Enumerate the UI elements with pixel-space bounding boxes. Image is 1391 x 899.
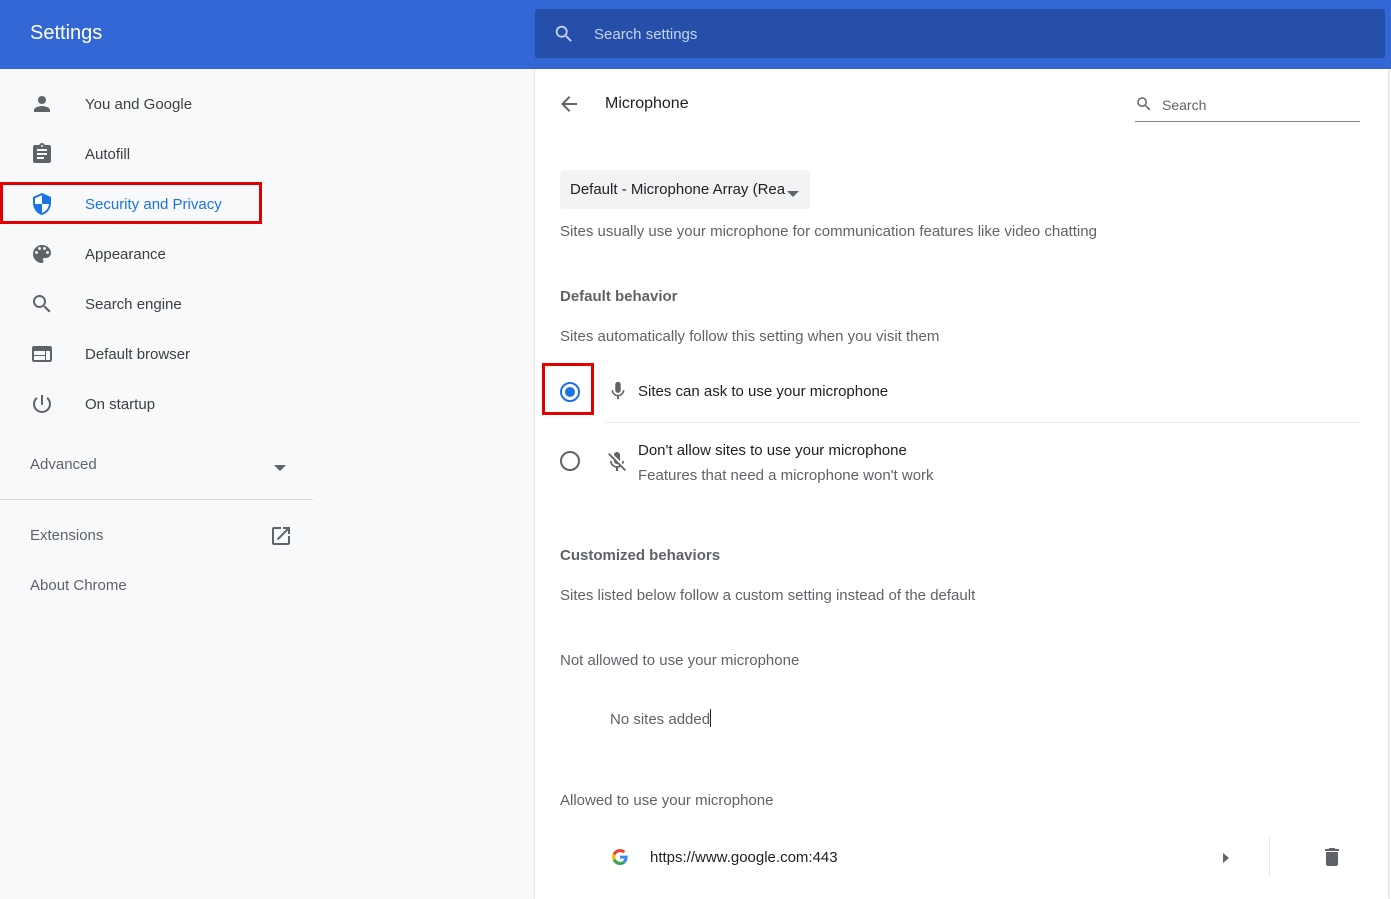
- option-separator: [605, 422, 1360, 423]
- search-icon: [1135, 95, 1153, 118]
- sidebar-item-search-engine[interactable]: Search engine: [0, 282, 315, 326]
- app-title: Settings: [30, 22, 103, 44]
- customized-behaviors-subtext: Sites listed below follow a custom setti…: [560, 587, 976, 604]
- microphone-settings-card: Microphone Default - Microphone Array (R…: [535, 69, 1388, 899]
- subpage-search-input[interactable]: [1160, 91, 1359, 119]
- microphone-description: Sites usually use your microphone for co…: [560, 223, 1097, 240]
- search-icon: [30, 292, 54, 316]
- microphone-icon: [607, 379, 629, 408]
- default-behavior-subtext: Sites automatically follow this setting …: [560, 328, 940, 345]
- back-arrow-icon[interactable]: [557, 92, 581, 121]
- microphone-device-select[interactable]: Default - Microphone Array (Realtek Audi…: [560, 170, 810, 209]
- allowed-site-url: https://www.google.com:443: [650, 849, 838, 866]
- sidebar-item-appearance[interactable]: Appearance: [0, 232, 315, 276]
- shield-icon: [30, 192, 54, 216]
- sidebar-about-link[interactable]: About Chrome: [30, 577, 127, 594]
- row-action-divider: [1269, 837, 1270, 877]
- text-cursor: [710, 709, 712, 727]
- subpage-search-box[interactable]: [1135, 91, 1360, 122]
- allowed-heading: Allowed to use your microphone: [560, 792, 774, 809]
- search-icon: [553, 23, 575, 50]
- radio-sites-can-ask[interactable]: [560, 382, 580, 402]
- sidebar-item-security-and-privacy[interactable]: Security and Privacy: [0, 182, 315, 226]
- clipboard-icon: [30, 142, 54, 166]
- sidebar-item-label: Default browser: [85, 345, 191, 363]
- default-behavior-heading: Default behavior: [560, 288, 678, 305]
- trash-icon[interactable]: [1320, 845, 1344, 874]
- sidebar-item-on-startup[interactable]: On startup: [0, 382, 315, 426]
- microphone-off-icon: [605, 450, 629, 479]
- sidebar-extensions-link[interactable]: Extensions: [30, 527, 103, 544]
- option-sites-can-ask-label[interactable]: Sites can ask to use your microphone: [638, 383, 888, 400]
- open-in-new-icon[interactable]: [269, 524, 293, 553]
- power-icon: [30, 392, 54, 416]
- sidebar-item-you-and-google[interactable]: You and Google: [0, 82, 315, 126]
- chevron-down-icon[interactable]: [273, 460, 287, 478]
- empty-state-text: No sites added: [610, 711, 711, 728]
- sidebar-item-autofill[interactable]: Autofill: [0, 132, 315, 176]
- sidebar-divider: [0, 499, 313, 500]
- sidebar-item-label: You and Google: [85, 95, 193, 113]
- person-icon: [30, 92, 54, 116]
- google-icon: [612, 849, 628, 870]
- sidebar-item-label: Search engine: [85, 295, 182, 313]
- palette-icon: [30, 242, 54, 266]
- settings-search-box[interactable]: [535, 9, 1385, 60]
- settings-search-input[interactable]: [592, 9, 1356, 60]
- app-header: Settings: [0, 0, 1391, 69]
- option-dont-allow-label[interactable]: Don't allow sites to use your microphone: [638, 442, 907, 459]
- dropdown-caret-icon: [786, 185, 800, 203]
- customized-behaviors-heading: Customized behaviors: [560, 547, 721, 564]
- device-select-value: Default - Microphone Array (Realtek Audi…: [570, 181, 785, 198]
- sidebar-item-label: Appearance: [85, 245, 166, 263]
- chevron-right-icon[interactable]: [1222, 851, 1230, 869]
- sidebar-item-label: On startup: [85, 395, 156, 413]
- radio-dont-allow[interactable]: [560, 451, 580, 471]
- sidebar-item-default-browser[interactable]: Default browser: [0, 332, 315, 376]
- page-title: Microphone: [605, 95, 689, 112]
- sidebar-item-label: Autofill: [85, 145, 131, 163]
- sidebar-advanced-label[interactable]: Advanced: [30, 456, 97, 473]
- option-dont-allow-sublabel: Features that need a microphone won't wo…: [638, 467, 934, 484]
- not-allowed-heading: Not allowed to use your microphone: [560, 652, 800, 669]
- allowed-site-row[interactable]: https://www.google.com:443: [560, 829, 1360, 885]
- not-allowed-empty-state: No sites added: [610, 709, 712, 728]
- browser-icon: [30, 342, 54, 366]
- sidebar-item-label: Security and Privacy: [85, 195, 222, 213]
